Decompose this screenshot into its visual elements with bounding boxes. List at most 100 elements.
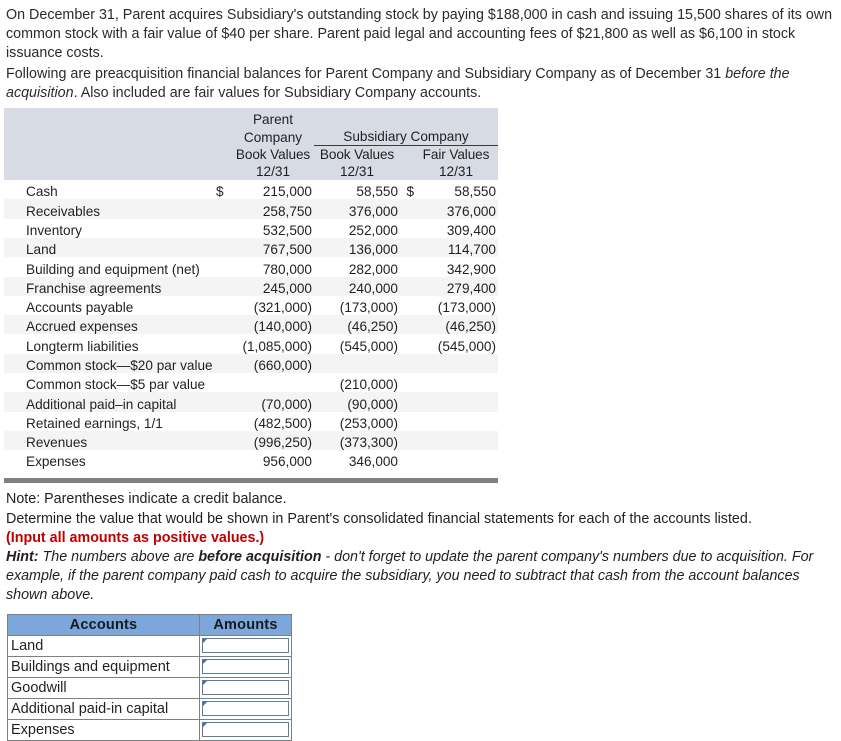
- row-sub-fair-value: [414, 392, 498, 411]
- table-row: Inventory 532,500 252,000 309,400: [4, 219, 498, 238]
- row-dollar-sign-parent: [214, 238, 232, 257]
- intro-paragraph-1: On December 31, Parent acquires Subsidia…: [6, 7, 833, 62]
- row-dollar-sign-fair: [400, 277, 414, 296]
- row-sub-fair-value: (173,000): [437, 300, 496, 316]
- row-account-label: Retained earnings, 1/1: [26, 415, 163, 431]
- row-dollar-sign-parent: [214, 296, 232, 315]
- row-dollar-sign-fair: [400, 219, 414, 238]
- header-blank-5: [414, 108, 498, 128]
- answer-amount-cell[interactable]: [199, 697, 292, 720]
- row-dollar-sign-fair: [400, 199, 414, 218]
- row-parent-book-value: 532,500: [262, 222, 312, 238]
- row-parent-book-value: 956,000: [262, 454, 312, 470]
- row-sub-fair-value: [414, 373, 498, 392]
- header-date-sub-fair: 12/31: [438, 164, 474, 180]
- row-dollar-sign-fair: [400, 334, 414, 353]
- header-date-parent: 12/31: [255, 164, 291, 180]
- row-dollar-sign-parent: [214, 219, 232, 238]
- row-sub-book-value: 240,000: [348, 280, 398, 296]
- header-parent-line2: Company: [243, 129, 303, 145]
- answer-amount-cell[interactable]: [199, 655, 292, 678]
- table-row: Building and equipment (net) 780,000 282,0…: [4, 257, 498, 277]
- row-dollar-sign-fair: [400, 257, 414, 276]
- row-account-label: Revenues: [26, 435, 88, 451]
- header-row-dates: 12/31 12/31 12/31: [4, 163, 498, 181]
- table-row: Revenues (996,250) (373,300): [4, 430, 498, 451]
- header-blank-9: [214, 146, 232, 164]
- row-dollar-sign-fair: [400, 373, 414, 392]
- row-dollar-sign-fair: [400, 392, 414, 411]
- row-dollar-sign-fair: [400, 450, 414, 469]
- row-sub-book-value: 136,000: [348, 242, 398, 258]
- table-row: Retained earnings, 1/1 (482,500) (253,000): [4, 412, 498, 431]
- row-dollar-sign-parent: [214, 431, 232, 450]
- row-parent-book-value: (660,000): [253, 357, 312, 373]
- answer-table-body: Land Buildings and equipment Goodwill Addit…: [7, 634, 292, 741]
- row-parent-book-value: 767,500: [262, 242, 312, 258]
- preacquisition-balances-table: Parent Company Subsidiary Company Book V…: [4, 108, 498, 469]
- answer-amount-cell[interactable]: [199, 718, 292, 741]
- intro-paragraph-2-part-b: . Also included are fair values for Subs…: [73, 84, 482, 101]
- row-account-label: Land: [26, 242, 57, 258]
- header-parent-line1: Parent: [252, 112, 294, 128]
- header-blank-1: [4, 108, 214, 128]
- note-determine: Determine the value that would be shown …: [6, 510, 752, 527]
- row-dollar-sign-parent: [214, 354, 232, 373]
- row-dollar-sign-fair: [400, 431, 414, 450]
- row-dollar-sign-fair: [400, 315, 414, 334]
- question-page: On December 31, Parent acquires Subsidia…: [0, 0, 841, 741]
- amount-input[interactable]: [202, 659, 289, 675]
- row-account-label: Receivables: [26, 203, 101, 219]
- row-sub-book-value: (210,000): [339, 377, 398, 393]
- row-account-label: Inventory: [26, 222, 82, 238]
- column-header-amounts: Amounts: [199, 613, 292, 636]
- answer-amount-cell[interactable]: [199, 676, 292, 699]
- header-blank-13: [400, 163, 414, 180]
- answer-amount-cell[interactable]: [199, 634, 292, 657]
- row-parent-book-value: (70,000): [261, 396, 312, 412]
- table-row: Expenses 956,000 346,000: [4, 450, 498, 469]
- row-dollar-sign-parent: [214, 412, 232, 431]
- header-blank-7: [214, 128, 232, 146]
- row-parent-book-value: (321,000): [253, 300, 312, 316]
- amount-input[interactable]: [202, 701, 289, 717]
- row-dollar-sign-fair: [400, 238, 414, 257]
- row-parent-book-value: 258,750: [262, 203, 312, 219]
- answer-account-label: Land: [7, 634, 200, 657]
- row-sub-book-value: (545,000): [339, 338, 398, 354]
- amount-input[interactable]: [202, 680, 289, 696]
- note-parentheses: Note: Parentheses indicate a credit bala…: [6, 491, 287, 508]
- row-account-label: Accounts payable: [26, 300, 134, 316]
- table-row: Common stock—$20 par value (660,000): [4, 353, 498, 373]
- row-account-label: Additional paid–in capital: [26, 396, 177, 412]
- note-hint: Hint: The numbers above are before acqui…: [6, 548, 841, 606]
- row-dollar-sign-parent: [214, 199, 232, 218]
- amount-input[interactable]: [202, 722, 289, 738]
- row-dollar-sign-fair: [400, 412, 414, 431]
- row-account-label: Longterm liabilities: [26, 338, 139, 354]
- row-parent-book-value: 245,000: [262, 280, 312, 296]
- row-account-label: Cash: [26, 184, 58, 200]
- answer-table: Accounts Amounts Land Buildings and equip…: [7, 613, 292, 741]
- answer-account-label: Additional paid-in capital: [7, 697, 200, 720]
- header-parent-book-values: Book Values: [235, 147, 311, 163]
- table-row: Accrued expenses (140,000) (46,250) (46,250…: [4, 315, 498, 335]
- row-sub-fair-value: [414, 412, 498, 431]
- header-date-sub-book: 12/31: [339, 164, 375, 180]
- row-dollar-sign-parent: [214, 315, 232, 334]
- row-account-label: Common stock—$5 par value: [26, 377, 206, 393]
- amount-input[interactable]: [202, 638, 289, 654]
- row-dollar-sign-parent: [214, 392, 232, 411]
- row-dollar-sign-fair: [400, 354, 414, 373]
- answer-header-row: Accounts Amounts: [7, 613, 292, 636]
- header-row-company-top: Parent: [4, 108, 498, 129]
- row-sub-book-value: (253,000): [339, 415, 398, 431]
- row-sub-book-value: (373,300): [339, 435, 398, 451]
- header-blank-6: [4, 128, 214, 146]
- row-dollar-sign-parent: [214, 277, 232, 296]
- header-subsidiary-company-span: Subsidiary Company: [314, 128, 498, 147]
- row-sub-fair-value: (545,000): [437, 338, 496, 354]
- row-parent-book-value: 780,000: [262, 261, 312, 277]
- header-blank-12: [214, 163, 232, 180]
- row-sub-book-value: (46,250): [347, 319, 398, 335]
